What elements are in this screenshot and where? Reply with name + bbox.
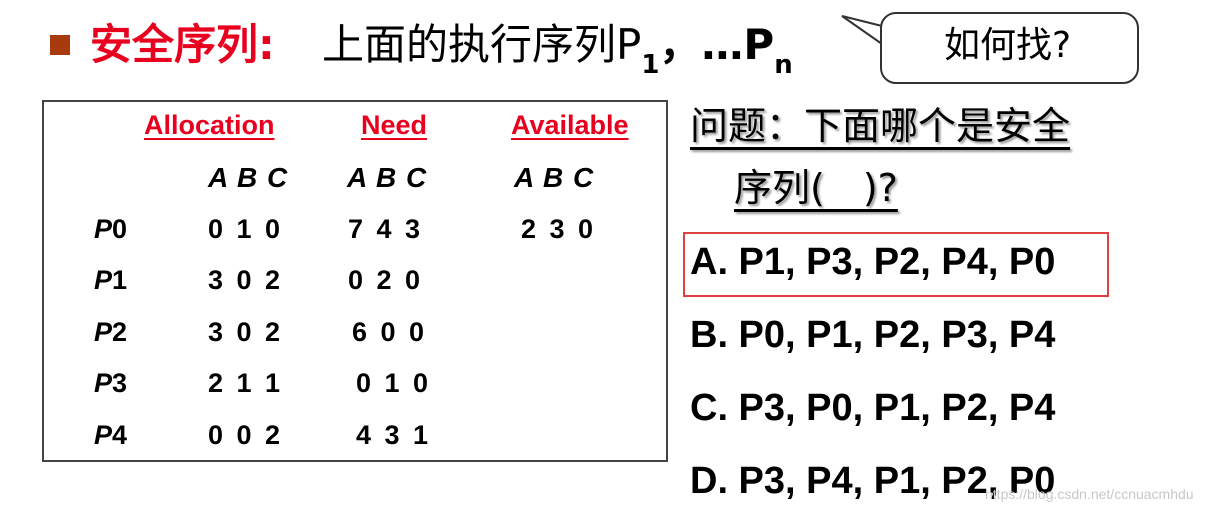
- title-sep: ，…P: [659, 20, 775, 69]
- header-available: Available: [511, 110, 629, 140]
- need-cell: 0 1 0: [356, 368, 432, 398]
- abc-available: A B C: [514, 162, 595, 193]
- allocation-cell: 3 0 2: [208, 265, 284, 295]
- title-sub-n: n: [774, 50, 793, 80]
- need-cell: 0 2 0: [348, 265, 424, 295]
- allocation-cell: 0 0 2: [208, 420, 284, 450]
- process-label: P2: [94, 317, 128, 347]
- available-cell: 2 3 0: [521, 214, 597, 244]
- need-cell: 4 3 1: [356, 420, 432, 450]
- allocation-cell: 3 0 2: [208, 317, 284, 347]
- bullet-square: [50, 35, 70, 55]
- question-line-1: 问题：下面哪个是安全: [690, 104, 1071, 148]
- title-prefix: 上面的执行序列P: [322, 20, 642, 69]
- abc-need: A B C: [347, 162, 428, 193]
- option-b: B. P0, P1, P2, P3, P4: [690, 314, 1056, 356]
- process-label: P0: [94, 214, 128, 244]
- allocation-cell: 2 1 1: [208, 368, 284, 398]
- need-cell: 6 0 0: [352, 317, 428, 347]
- header-need: Need: [361, 110, 428, 140]
- option-a: A. P1, P3, P2, P4, P0: [690, 241, 1056, 283]
- allocation-cell: 0 1 0: [208, 214, 284, 244]
- question-line-2: 序列( )?: [734, 166, 898, 210]
- title-safe-sequence: 安全序列:: [90, 20, 275, 69]
- need-cell: 7 4 3: [348, 214, 424, 244]
- header-allocation: Allocation: [144, 110, 275, 140]
- option-c: C. P3, P0, P1, P2, P4: [690, 387, 1056, 429]
- process-label: P4: [94, 420, 128, 450]
- process-label: P3: [94, 368, 128, 398]
- watermark: https://blog.csdn.net/ccnuacmhdu: [985, 486, 1194, 502]
- abc-allocation: A B C: [208, 162, 289, 193]
- title-sub-1: 1: [641, 50, 660, 80]
- process-label: P1: [94, 265, 128, 295]
- title-description: 上面的执行序列P1，…Pn: [322, 20, 793, 80]
- callout-text: 如何找?: [943, 25, 1072, 66]
